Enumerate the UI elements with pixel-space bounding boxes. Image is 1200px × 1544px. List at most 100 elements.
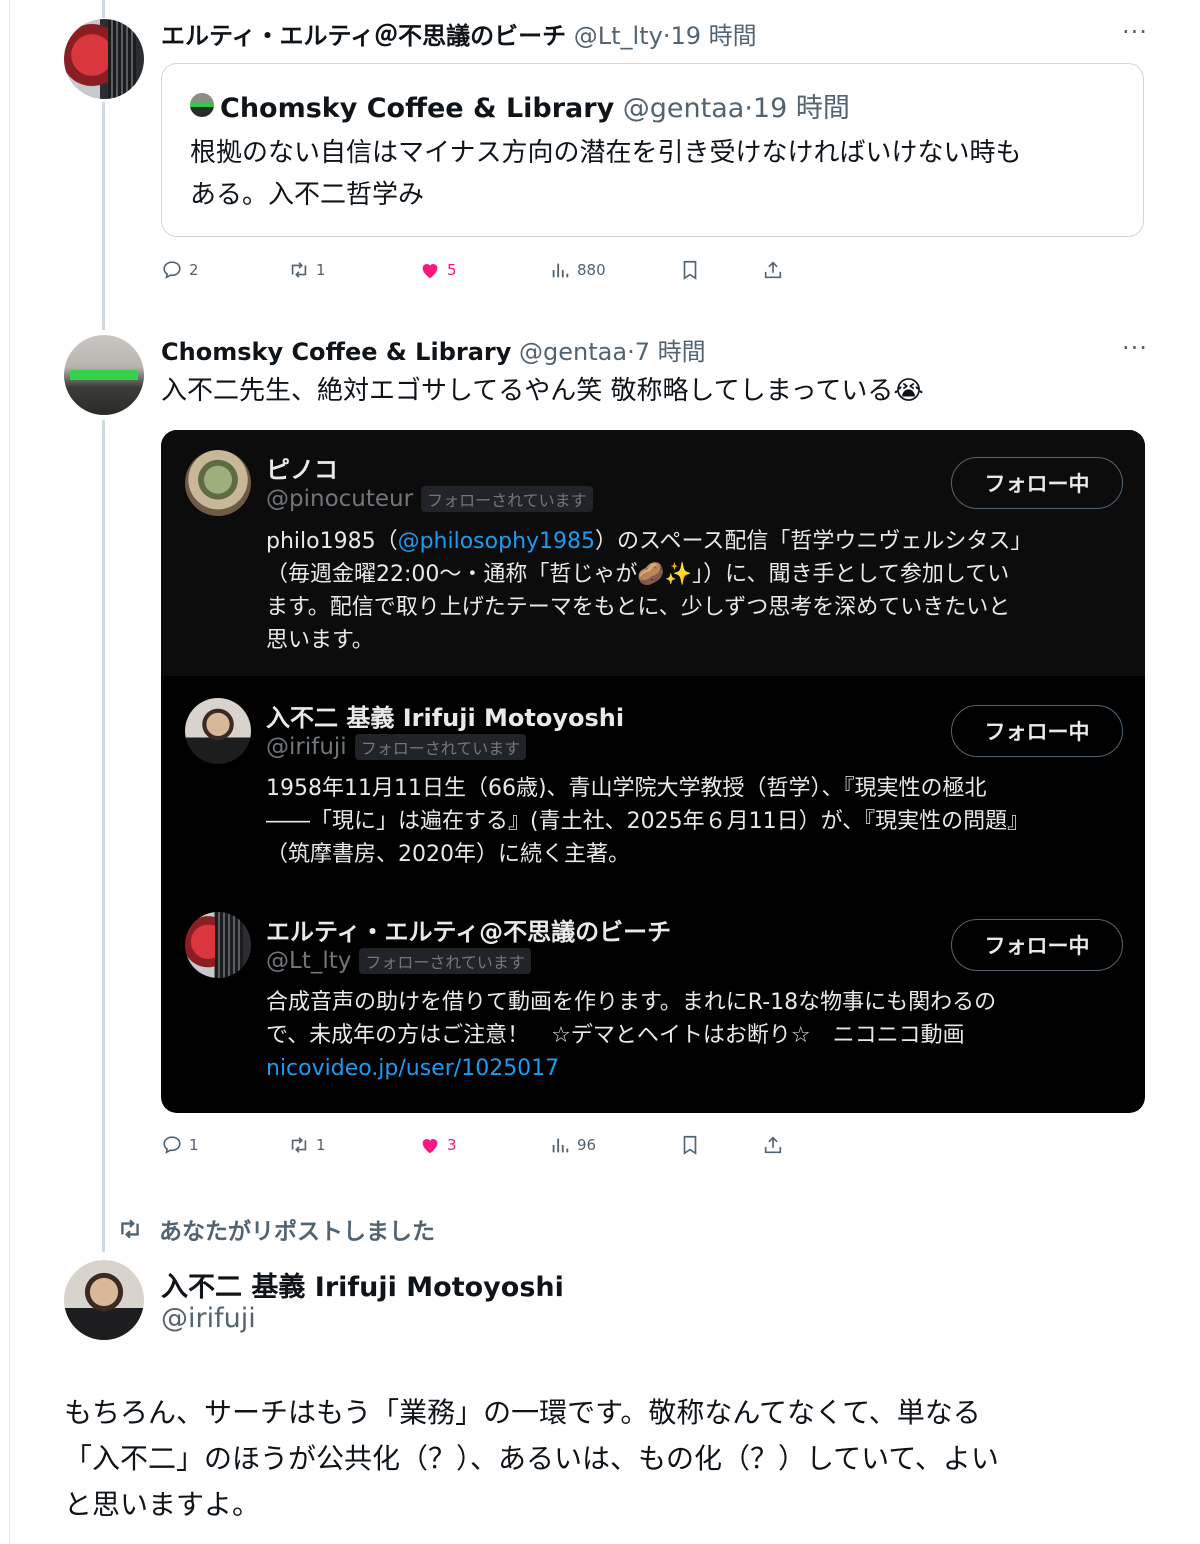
repost-label: あなたがリポストしました (159, 1219, 435, 1245)
profile-link[interactable]: nicovideo.jp/user/1025017 (266, 1052, 1116, 1085)
quoted-timestamp: ·19 時間 (744, 93, 850, 124)
bio-line: （毎週金曜22:00〜・通称「哲じゃが🥔✨」）に、聞き手として参加してい (266, 562, 1010, 587)
thread-line (102, 102, 105, 330)
share-button[interactable] (762, 255, 784, 285)
quoted-text-line: 根拠のない自信はマイナス方向の潜在を引き受けなければいけない時も (190, 138, 1022, 168)
bio-text: philo1985（ (266, 529, 398, 554)
share-button[interactable] (762, 1130, 784, 1160)
user-bio: philo1985（@philosophy1985）のスペース配信「哲学ウニヴェ… (266, 525, 1116, 657)
tweet-text: 入不二先生、絶対エゴサしてるやん笑 敬称略してしまっている😭 (161, 376, 924, 406)
bookmark-icon (683, 260, 697, 280)
more-icon[interactable]: ··· (1122, 334, 1148, 362)
tweet-actions: 2 1 5 880 (161, 255, 801, 285)
repost-button[interactable]: 1 (288, 255, 326, 285)
repost-icon (121, 1219, 139, 1239)
repost-icon (291, 262, 307, 278)
bio-line: 合成音声の助けを借りて動画を作ります。まれにR-18な物事にも関わるの (266, 990, 997, 1015)
repost-count: 1 (316, 261, 326, 279)
user-name: エルティ・エルティ@不思議のビーチ (266, 918, 672, 946)
following-button[interactable]: フォロー中 (951, 457, 1123, 509)
tweet-text: もちろん、サーチはもう「業務」の一環です。敬称なんてなくて、単なる 「入不二」の… (64, 1390, 1144, 1528)
avatar[interactable] (64, 335, 144, 415)
reply-button[interactable]: 2 (161, 255, 199, 285)
user-name: ピノコ (266, 456, 338, 484)
reply-button[interactable]: 1 (161, 1130, 199, 1160)
thread-line (102, 0, 105, 18)
heart-icon (422, 264, 438, 279)
avatar[interactable] (64, 1260, 144, 1340)
column-border (9, 0, 10, 1544)
attached-image[interactable]: ピノコ @pinocuteur フォローされています フォロー中 philo19… (161, 430, 1145, 1113)
quoted-text: 根拠のない自信はマイナス方向の潜在を引き受けなければいけない時も ある。入不二哲… (190, 132, 1130, 216)
like-button[interactable]: 5 (419, 255, 457, 285)
author-name[interactable]: Chomsky Coffee & Library (161, 338, 511, 366)
bar-chart-icon (552, 1138, 569, 1153)
tweet-text-line: もちろん、サーチはもう「業務」の一環です。敬称なんてなくて、単なる (64, 1396, 981, 1429)
more-icon[interactable]: ··· (1122, 18, 1148, 46)
following-button[interactable]: フォロー中 (951, 919, 1123, 971)
bio-line: philo1985（@philosophy1985）のスペース配信「哲学ウニヴェ… (266, 525, 1116, 558)
author-handle[interactable]: @irifuji (161, 1303, 256, 1334)
repost-count: 1 (316, 1136, 326, 1154)
repost-button[interactable]: 1 (288, 1130, 326, 1160)
share-icon (764, 261, 782, 279)
like-count: 5 (447, 261, 457, 279)
bio-line: ます。配信で取り上げたテーマをもとに、少しずつ思考を深めていきたいと (266, 595, 1011, 620)
user-bio: 1958年11月11日生（66歳)、青山学院大学教授（哲学）、『現実性の極北 ―… (266, 772, 1116, 871)
quoted-header: Chomsky Coffee & Library @gentaa·19 時間 (220, 86, 850, 125)
timestamp[interactable]: ·19 時間 (663, 22, 757, 50)
avatar[interactable] (64, 19, 144, 99)
bookmark-icon (683, 1135, 697, 1155)
bio-line: 思います。 (266, 628, 374, 653)
bio-line: ――「現に」は遍在する』(青土社、2025年６月11日）が、『現実性の問題』 (266, 809, 1030, 834)
author-name[interactable]: 入不二 基義 Irifuji Motoyoshi (161, 1265, 564, 1304)
author-handle[interactable]: @gentaa (519, 338, 627, 366)
bar-chart-icon (552, 263, 569, 278)
user-handle: @Lt_lty (266, 948, 352, 974)
like-button[interactable]: 3 (419, 1130, 457, 1160)
tweet-actions: 1 1 3 96 (161, 1130, 801, 1160)
follows-you-badge: フォローされています (354, 734, 527, 760)
tweet-header: Chomsky Coffee & Library @gentaa·7 時間 (161, 332, 706, 367)
like-count: 3 (447, 1136, 457, 1154)
avatar (185, 698, 251, 764)
repost-context[interactable]: あなたがリポストしました (115, 1212, 435, 1246)
quoted-author-name: Chomsky Coffee & Library (220, 93, 615, 124)
bio-line: 1958年11月11日生（66歳)、青山学院大学教授（哲学）、『現実性の極北 (266, 776, 987, 801)
author-handle[interactable]: @Lt_lty (574, 22, 663, 50)
repost-icon (291, 1137, 307, 1153)
views-button[interactable]: 880 (549, 255, 606, 285)
reply-count: 1 (189, 1136, 199, 1154)
view-count: 880 (577, 261, 606, 279)
bookmark-button[interactable] (679, 255, 701, 285)
bio-line: で、未成年の方はご注意！ ☆デマとヘイトはお断り☆ ニコニコ動画 (266, 1023, 965, 1048)
user-handle-row: @irifuji フォローされています (266, 734, 527, 760)
reply-count: 2 (189, 261, 199, 279)
thread-line (102, 420, 105, 1252)
tweet-header: エルティ・エルティ＠不思議のビーチ @Lt_lty·19 時間 (161, 16, 757, 51)
quoted-author-handle: @gentaa (622, 93, 745, 124)
user-handle: @pinocuteur (266, 486, 414, 512)
user-handle-row: @Lt_lty フォローされています (266, 948, 531, 974)
user-name: 入不二 基義 Irifuji Motoyoshi (266, 704, 625, 732)
user-handle-row: @pinocuteur フォローされています (266, 486, 593, 512)
tweet-text-line: 「入不二」のほうが公共化（？）、あるいは、もの化（？）していて、よい (64, 1442, 999, 1475)
avatar (190, 93, 214, 117)
author-name[interactable]: エルティ・エルティ＠不思議のビーチ (161, 22, 566, 50)
view-count: 96 (577, 1136, 597, 1154)
follows-you-badge: フォローされています (359, 948, 531, 974)
user-bio: 合成音声の助けを借りて動画を作ります。まれにR-18な物事にも関わるの で、未成… (266, 986, 1116, 1085)
bio-line: （筑摩書房、2020年）に続く主著。 (266, 842, 630, 867)
reply-icon (163, 1136, 181, 1154)
tweet-text-line: と思いますよ。 (64, 1488, 261, 1521)
user-handle: @irifuji (266, 734, 347, 760)
quoted-text-line: ある。入不二哲学み (190, 180, 425, 210)
bookmark-button[interactable] (679, 1130, 701, 1160)
quoted-tweet[interactable]: Chomsky Coffee & Library @gentaa·19 時間 根… (161, 63, 1144, 237)
follows-you-badge: フォローされています (421, 486, 593, 512)
timestamp[interactable]: ·7 時間 (627, 338, 706, 366)
share-icon (764, 1136, 782, 1154)
following-button[interactable]: フォロー中 (951, 705, 1123, 757)
views-button[interactable]: 96 (549, 1130, 596, 1160)
mention-link[interactable]: @philosophy1985 (398, 529, 595, 554)
